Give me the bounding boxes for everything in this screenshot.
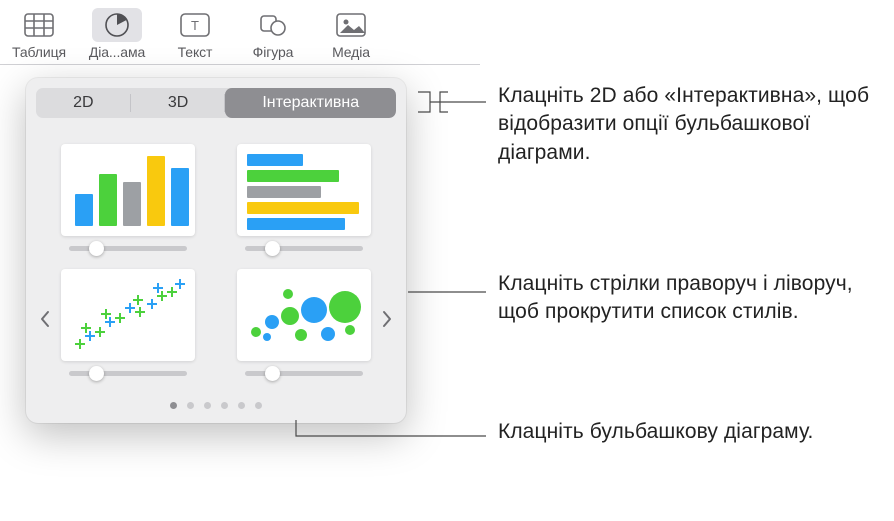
toolbar-chart-label: Діа...ама (89, 44, 145, 60)
toolbar: Таблиця Діа...ама T Текст Фігура Медіа (0, 0, 894, 64)
seg-interactive[interactable]: Інтерактивна (225, 88, 396, 118)
bubble-thumb (237, 269, 371, 361)
style-slider[interactable] (245, 246, 363, 251)
prev-style-arrow[interactable] (32, 304, 58, 334)
seg-2d[interactable]: 2D (36, 88, 131, 118)
style-slider[interactable] (245, 371, 363, 376)
seg-interactive-label: Інтерактивна (262, 94, 359, 112)
svg-text:T: T (191, 18, 199, 33)
chart-popover: 2D 3D Інтерактивна (26, 78, 406, 423)
chart-style-horizontal-bar[interactable] (224, 144, 384, 251)
toolbar-chart[interactable]: Діа...ама (78, 8, 156, 60)
page-indicator (36, 402, 396, 409)
page-dot[interactable] (204, 402, 211, 409)
chart-style-bubble[interactable] (224, 269, 384, 376)
chevron-left-icon (39, 310, 51, 328)
page-dot[interactable] (255, 402, 262, 409)
media-icon (336, 13, 366, 37)
page-dot[interactable] (221, 402, 228, 409)
page-dot[interactable] (187, 402, 194, 409)
callout-mid: Клацніть стрілки праворуч і ліворуч, щоб… (498, 270, 888, 327)
seg-3d[interactable]: 3D (131, 88, 226, 118)
page-dot[interactable] (238, 402, 245, 409)
table-icon (24, 13, 54, 37)
vertical-bar-thumb (61, 144, 195, 236)
next-style-arrow[interactable] (374, 304, 400, 334)
pie-chart-icon (104, 12, 130, 38)
toolbar-shape[interactable]: Фігура (234, 8, 312, 60)
toolbar-shape-label: Фігура (253, 44, 294, 60)
scatter-thumb (61, 269, 195, 361)
page-dot[interactable] (170, 402, 177, 409)
shape-icon (259, 13, 287, 37)
toolbar-text[interactable]: T Текст (156, 8, 234, 60)
horizontal-bar-thumb (237, 144, 371, 236)
chart-style-scatter[interactable] (48, 269, 208, 376)
chart-style-grid (36, 118, 396, 384)
toolbar-text-label: Текст (178, 44, 213, 60)
chevron-right-icon (381, 310, 393, 328)
style-slider[interactable] (69, 246, 187, 251)
callout-bot: Клацніть бульбашкову діаграму. (498, 418, 878, 446)
seg-3d-label: 3D (168, 94, 188, 112)
style-slider[interactable] (69, 371, 187, 376)
chart-style-vertical-bar[interactable] (48, 144, 208, 251)
toolbar-divider (0, 64, 480, 65)
toolbar-table[interactable]: Таблиця (0, 8, 78, 60)
seg-2d-label: 2D (73, 94, 93, 112)
text-icon: T (180, 13, 210, 37)
toolbar-media-label: Медіа (332, 44, 370, 60)
toolbar-media[interactable]: Медіа (312, 8, 390, 60)
chart-type-segmented: 2D 3D Інтерактивна (36, 88, 396, 118)
callout-top: Клацніть 2D або «Інтерактивна», щоб відо… (498, 82, 878, 167)
toolbar-table-label: Таблиця (12, 44, 66, 60)
